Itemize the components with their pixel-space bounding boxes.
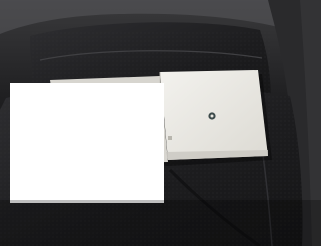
- photo: [0, 0, 321, 246]
- brand-logo-icon: [208, 112, 216, 120]
- photo-canvas: [0, 0, 321, 246]
- redaction-box: [10, 83, 164, 203]
- booklet-mark: [168, 136, 172, 140]
